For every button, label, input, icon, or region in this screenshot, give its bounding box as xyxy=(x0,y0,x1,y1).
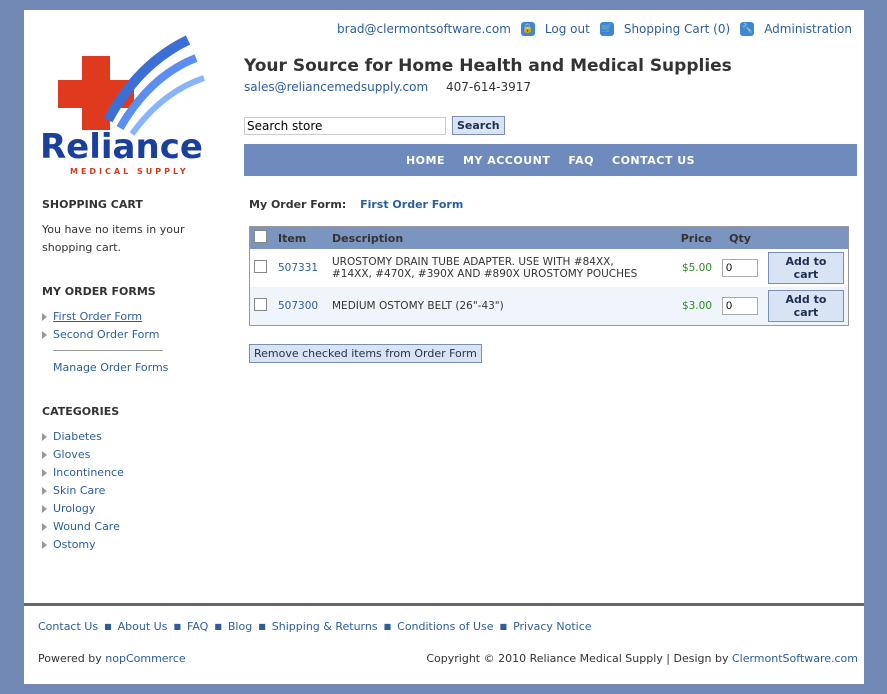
category-link-urology[interactable]: Urology xyxy=(53,502,95,515)
table-header-row: Item Description Price Qty xyxy=(249,226,849,249)
page: Reliance MEDICAL SUPPLY brad@clermontsof… xyxy=(24,10,864,684)
footer-link-conditions[interactable]: Conditions of Use xyxy=(397,620,493,633)
category-link-gloves[interactable]: Gloves xyxy=(53,448,90,461)
order-forms-title: MY ORDER FORMS xyxy=(42,285,156,298)
lock-icon: 🔒 xyxy=(520,22,535,36)
add-to-cart-button[interactable]: Add to cart xyxy=(768,290,844,322)
item-number-link[interactable]: 507300 xyxy=(278,300,318,312)
nopcommerce-link[interactable]: nopCommerce xyxy=(105,652,185,665)
column-header-description: Description xyxy=(328,226,658,249)
category-link-diabetes[interactable]: Diabetes xyxy=(53,430,102,443)
powered-by: Powered by nopCommerce xyxy=(38,652,186,665)
categories-title: CATEGORIES xyxy=(42,405,120,418)
main-content: My Order Form: First Order Form Item Des… xyxy=(249,198,849,363)
order-form-item: Second Order Form xyxy=(42,326,212,344)
item-description: MEDIUM OSTOMY BELT (26"-43") xyxy=(328,287,658,326)
category-link-skin-care[interactable]: Skin Care xyxy=(53,484,105,497)
table-row: 507331 UROSTOMY DRAIN TUBE ADAPTER. USE … xyxy=(250,249,849,287)
order-forms-block: MY ORDER FORMS First Order Form Second O… xyxy=(42,285,212,377)
site-logo[interactable]: Reliance MEDICAL SUPPLY xyxy=(38,24,222,176)
footer-link-shipping[interactable]: Shipping & Returns xyxy=(272,620,378,633)
order-form-link-first[interactable]: First Order Form xyxy=(53,310,142,323)
category-item: Ostomy xyxy=(42,536,212,554)
divider xyxy=(53,350,163,351)
footer-link-faq[interactable]: FAQ xyxy=(187,620,208,633)
footer-link-about[interactable]: About Us xyxy=(118,620,168,633)
order-form-table: Item Description Price Qty 507331 UROSTO… xyxy=(249,226,849,326)
phone-number: 407-614-3917 xyxy=(446,80,532,94)
administration-link[interactable]: Administration xyxy=(764,22,852,36)
qty-input[interactable] xyxy=(722,259,758,277)
category-link-wound-care[interactable]: Wound Care xyxy=(53,520,120,533)
category-item: Diabetes xyxy=(42,428,212,446)
cart-empty-text: You have no items in your shopping cart. xyxy=(42,223,185,254)
cart-block: SHOPPING CART You have no items in your … xyxy=(42,198,212,257)
item-description: UROSTOMY DRAIN TUBE ADAPTER. USE WITH #8… xyxy=(332,256,638,280)
category-item: Wound Care xyxy=(42,518,212,536)
top-links: brad@clermontsoftware.com 🔒 Log out 🛒 Sh… xyxy=(337,22,852,36)
table-row: 507300 MEDIUM OSTOMY BELT (26"-43") $3.0… xyxy=(249,287,849,326)
footer-link-contact[interactable]: Contact Us xyxy=(38,620,98,633)
search-button[interactable]: Search xyxy=(452,116,505,135)
footer-link-blog[interactable]: Blog xyxy=(228,620,252,633)
order-form-name-link[interactable]: First Order Form xyxy=(360,198,463,211)
order-form-item: First Order Form xyxy=(42,308,212,326)
category-item: Urology xyxy=(42,500,212,518)
footer-link-privacy[interactable]: Privacy Notice xyxy=(513,620,591,633)
search-bar: Search xyxy=(244,116,505,135)
remove-checked-button[interactable]: Remove checked items from Order Form xyxy=(249,344,482,363)
nav-contact-us[interactable]: CONTACT US xyxy=(612,154,695,167)
category-item: Skin Care xyxy=(42,482,212,500)
item-number-link[interactable]: 507331 xyxy=(278,262,318,274)
nav-my-account[interactable]: MY ACCOUNT xyxy=(463,154,550,167)
account-email-link[interactable]: brad@clermontsoftware.com xyxy=(337,22,511,36)
footer: Contact Us ■ About Us ■ FAQ ■ Blog ■ Shippin… xyxy=(24,603,864,687)
wrench-icon: 🔧 xyxy=(740,22,755,36)
column-header-qty: Qty xyxy=(716,226,764,249)
category-link-ostomy[interactable]: Ostomy xyxy=(53,538,96,551)
select-all-checkbox[interactable] xyxy=(254,230,267,243)
contact-info: sales@reliancemedsupply.com 407-614-3917 xyxy=(244,80,531,94)
category-item: Gloves xyxy=(42,446,212,464)
nav-home[interactable]: HOME xyxy=(406,154,445,167)
svg-text:Reliance: Reliance xyxy=(40,127,203,167)
categories-block: CATEGORIES Diabetes Gloves Incontinence … xyxy=(42,405,212,554)
column-header-item: Item xyxy=(274,226,328,249)
sidebar: SHOPPING CART You have no items in your … xyxy=(42,198,212,582)
site-tagline: Your Source for Home Health and Medical … xyxy=(244,56,732,76)
row-checkbox[interactable] xyxy=(254,298,267,311)
category-item: Incontinence xyxy=(42,464,212,482)
category-link-incontinence[interactable]: Incontinence xyxy=(53,466,124,479)
order-form-link-second[interactable]: Second Order Form xyxy=(53,328,159,341)
column-header-price: Price xyxy=(658,226,716,249)
footer-links: Contact Us ■ About Us ■ FAQ ■ Blog ■ Shippin… xyxy=(38,620,592,633)
order-form-header: My Order Form: First Order Form xyxy=(249,198,849,211)
shopping-cart-link[interactable]: Shopping Cart (0) xyxy=(624,22,730,36)
row-checkbox[interactable] xyxy=(254,260,267,273)
cart-icon: 🛒 xyxy=(599,22,614,36)
sales-email-link[interactable]: sales@reliancemedsupply.com xyxy=(244,80,428,94)
item-price: $5.00 xyxy=(681,262,712,274)
item-price: $3.00 xyxy=(658,287,716,326)
nav-faq[interactable]: FAQ xyxy=(568,154,594,167)
search-input[interactable] xyxy=(244,116,446,135)
logout-link[interactable]: Log out xyxy=(545,22,590,36)
qty-input[interactable] xyxy=(722,297,758,315)
add-to-cart-button[interactable]: Add to cart xyxy=(768,252,844,284)
cart-title: SHOPPING CART xyxy=(42,198,143,211)
main-nav: HOME MY ACCOUNT FAQ CONTACT US xyxy=(244,144,857,176)
copyright: Copyright © 2010 Reliance Medical Supply… xyxy=(426,652,858,665)
manage-order-forms-link[interactable]: Manage Order Forms xyxy=(53,361,168,374)
design-credit-link[interactable]: ClermontSoftware.com xyxy=(732,652,858,665)
order-form-label: My Order Form: xyxy=(249,198,347,211)
svg-text:MEDICAL SUPPLY: MEDICAL SUPPLY xyxy=(70,167,189,176)
